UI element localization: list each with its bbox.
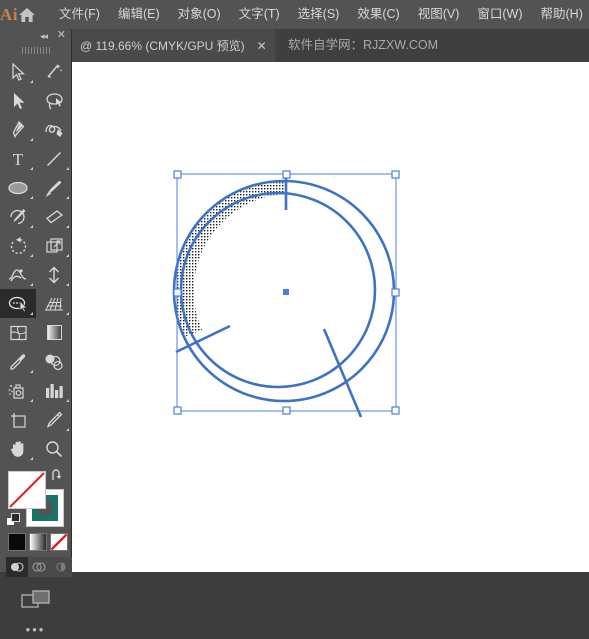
canvas-area[interactable] [72,62,589,572]
tool-selection[interactable] [0,57,36,86]
color-mode-gradient[interactable] [29,533,47,551]
tools-panel: ◂◂ ✕ T [0,29,72,572]
app-logo: Ai [0,0,18,29]
tool-line-segment[interactable] [36,144,72,173]
tool-gradient[interactable] [36,318,72,347]
home-icon[interactable] [18,0,36,29]
tool-paintbrush[interactable] [36,173,72,202]
none-slash-glyph [51,534,67,550]
menu-item-window[interactable]: 窗口(W) [468,0,531,29]
tool-grid: T [0,57,71,463]
flyout-indicator [66,428,69,431]
grip-lines [22,47,50,54]
draw-mode-inside[interactable] [50,557,72,577]
flyout-indicator [30,196,33,199]
menu-item-file[interactable]: 文件(F) [50,0,109,29]
tool-eraser[interactable] [36,202,72,231]
watermark-text: 软件自学网：RJZXW.COM [288,29,438,62]
flyout-indicator [66,225,69,228]
flyout-indicator [30,399,33,402]
menu-items: 文件(F) 编辑(E) 对象(O) 文字(T) 选择(S) 效果(C) 视图(V… [50,0,589,29]
tool-magic-wand[interactable] [36,57,72,86]
tab-bar: @ 119.66% (CMYK/GPU 预览) ✕ 软件自学网：RJZXW.CO… [0,29,589,62]
tool-column-graph[interactable] [36,376,72,405]
inner-circle[interactable] [181,193,375,387]
tool-rotate[interactable] [0,231,36,260]
swap-fill-stroke-icon[interactable] [51,469,65,485]
flyout-indicator [66,167,69,170]
menu-item-type[interactable]: 文字(T) [230,0,289,29]
tool-hand[interactable] [0,434,36,463]
menu-bar: Ai 文件(F) 编辑(E) 对象(O) 文字(T) 选择(S) 效果(C) 视… [0,0,589,29]
document-tab[interactable]: @ 119.66% (CMYK/GPU 预览) ✕ [72,29,275,62]
tool-pen[interactable] [0,115,36,144]
tool-type[interactable]: T [0,144,36,173]
menu-item-edit[interactable]: 编辑(E) [109,0,169,29]
color-controls: ••• [0,467,71,547]
color-mode-none[interactable] [50,533,68,551]
tool-shape-builder[interactable] [0,289,36,318]
flyout-indicator [30,312,33,315]
menu-item-view[interactable]: 视图(V) [409,0,469,29]
menu-item-help[interactable]: 帮助(H) [532,0,589,29]
tool-ellipse[interactable] [0,173,36,202]
toolbar-overflow-button[interactable]: ••• [0,619,71,639]
tool-lasso[interactable] [36,86,72,115]
swap-arrow-glyph [51,469,65,482]
tool-artboard[interactable] [0,405,36,434]
tool-slice[interactable] [36,405,72,434]
draw-mode-behind[interactable] [28,557,50,577]
default-fill-stroke-icon[interactable] [6,513,21,528]
tool-eyedropper[interactable] [0,347,36,376]
flyout-indicator [30,80,33,83]
flyout-indicator [30,457,33,460]
tool-scale[interactable] [36,231,72,260]
flyout-indicator [66,254,69,257]
draw-mode-normal[interactable] [6,557,28,577]
artboard-artwork[interactable] [72,62,589,572]
tool-curvature[interactable] [36,115,72,144]
close-icon[interactable]: ✕ [255,39,269,53]
menu-item-select[interactable]: 选择(S) [289,0,349,29]
tools-panel-header: ◂◂ ✕ [0,29,71,45]
draw-mode-buttons [6,557,72,577]
menu-item-effect[interactable]: 效果(C) [348,0,408,29]
flyout-indicator [30,283,33,286]
flyout-indicator [30,225,33,228]
tool-shaper[interactable] [0,202,36,231]
tool-width[interactable] [0,260,36,289]
tool-perspective-grid[interactable] [36,289,72,318]
flyout-indicator [66,312,69,315]
fill-swatch[interactable] [8,471,46,509]
flyout-indicator [30,254,33,257]
flyout-indicator [66,399,69,402]
flyout-indicator [66,196,69,199]
close-panel-icon[interactable]: ✕ [57,30,66,41]
tool-zoom[interactable] [36,434,72,463]
flyout-indicator [30,138,33,141]
menu-item-object[interactable]: 对象(O) [169,0,230,29]
home-icon-glyph [18,7,36,23]
screen-mode-icon [21,588,51,612]
flyout-indicator [30,370,33,373]
flyout-indicator [66,283,69,286]
highlighted-arc-segment[interactable] [174,181,284,337]
tool-symbol-sprayer[interactable] [0,376,36,405]
collapse-panel-icon[interactable]: ◂◂ [40,31,47,42]
flyout-indicator [30,167,33,170]
default-colors-glyph [6,513,21,528]
tool-direct-selection[interactable] [0,86,36,115]
change-screen-mode-button[interactable] [0,585,71,615]
tool-mesh[interactable] [0,318,36,347]
document-tab-label: @ 119.66% (CMYK/GPU 预览) [80,37,245,54]
svg-text:T: T [13,150,24,168]
tool-blend[interactable] [36,347,72,376]
center-anchor-point[interactable] [283,289,289,295]
tool-free-transform[interactable] [36,260,72,289]
color-mode-buttons [8,533,68,551]
panel-drag-handle[interactable] [0,45,71,56]
color-mode-color[interactable] [8,533,26,551]
fill-none-indicator [9,472,45,508]
